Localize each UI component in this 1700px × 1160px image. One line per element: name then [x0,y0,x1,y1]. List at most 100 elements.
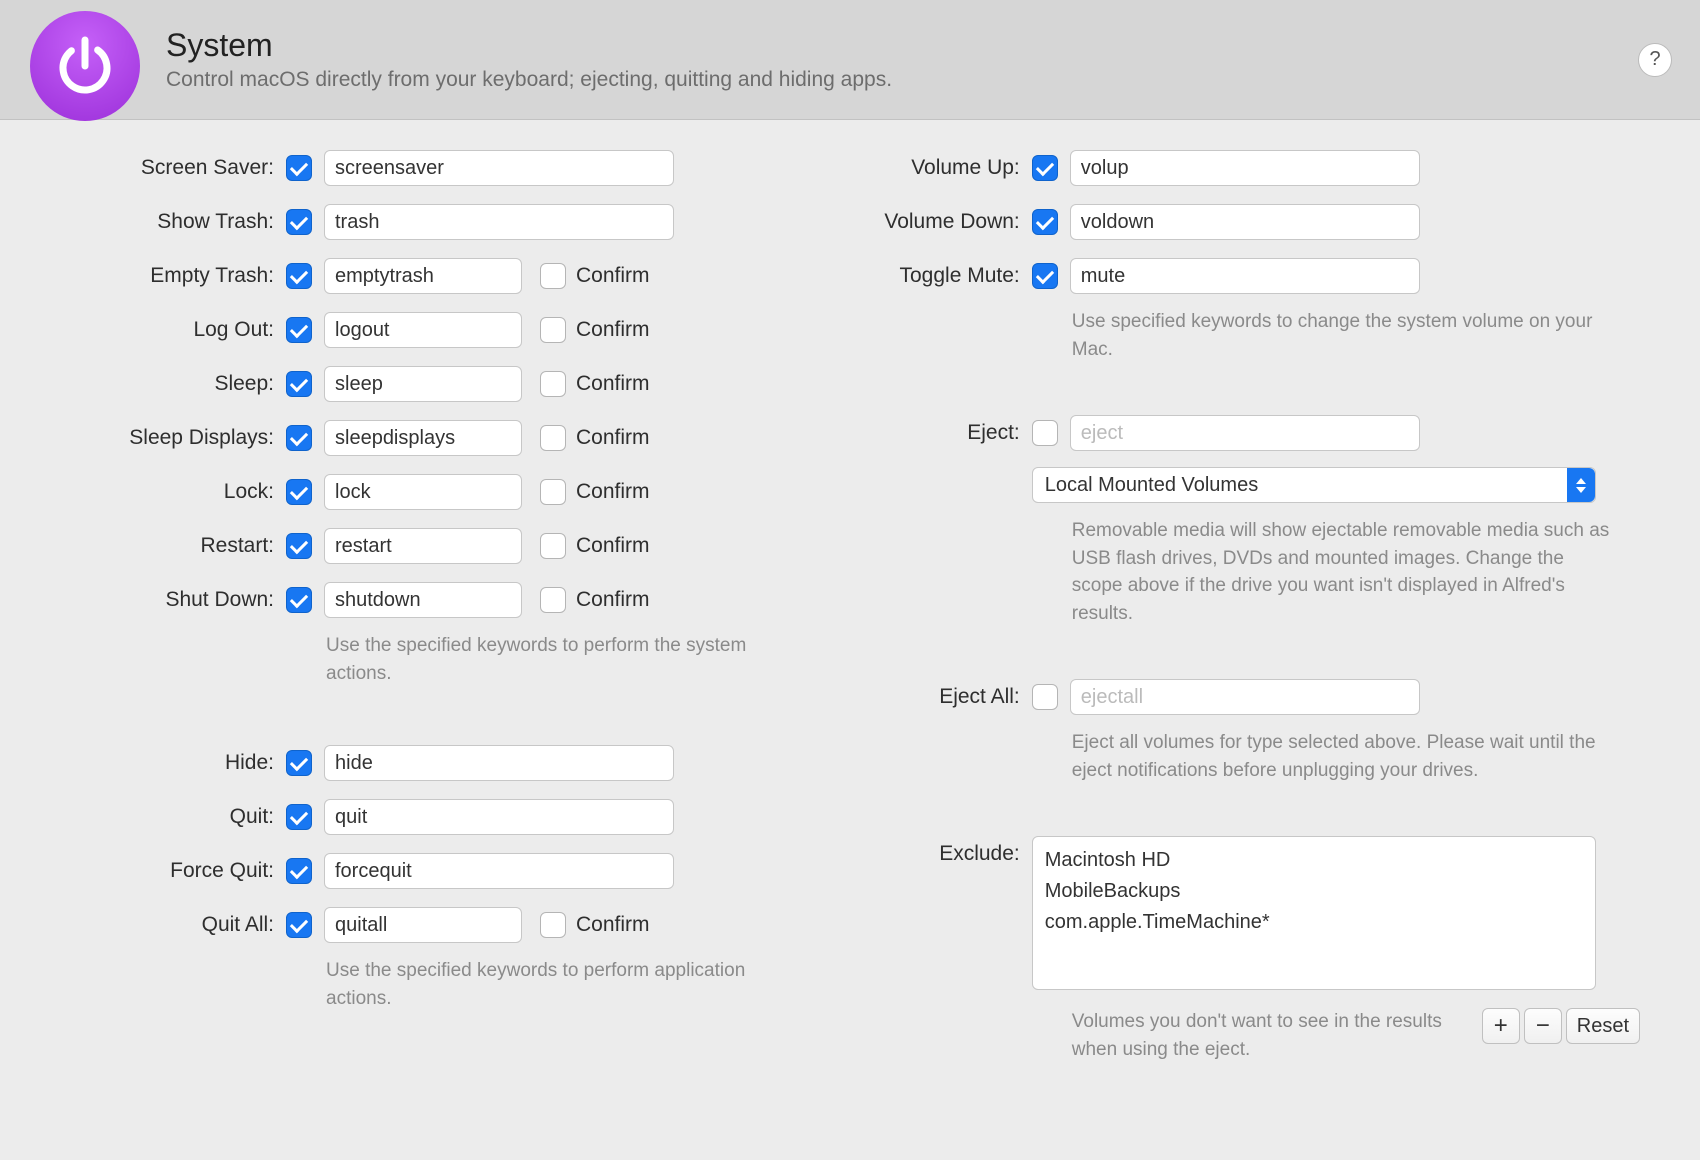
row-app_actions-2: Force Quit: [0,853,762,889]
column-system-actions: Screen Saver:Show Trash:Empty Trash:Conf… [0,150,762,1063]
app_actions-input[interactable] [324,799,674,835]
confirm-checkbox[interactable] [540,479,566,505]
volume_actions-input[interactable] [1070,150,1420,186]
app_actions-input[interactable] [324,853,674,889]
eject-scope-select[interactable]: Local Mounted Volumes [1032,467,1596,503]
confirm-checkbox[interactable] [540,425,566,451]
eject-caption: Removable media will show ejectable remo… [1032,517,1612,627]
system_actions-input[interactable] [324,258,522,294]
row-eject-all: Eject All: [822,679,1640,715]
volume_actions-checkbox[interactable] [1032,263,1058,289]
confirm-label: Confirm [576,588,650,612]
volume_actions-input[interactable] [1070,258,1420,294]
confirm-wrap: Confirm [540,479,650,505]
exclude-remove-button[interactable]: − [1524,1008,1562,1044]
system_actions-checkbox[interactable] [286,479,312,505]
row-system_actions-5: Sleep Displays: Confirm [0,420,762,456]
app_actions-input[interactable] [324,907,522,943]
exclude-add-button[interactable]: + [1482,1008,1520,1044]
system_actions-label: Screen Saver: [0,156,286,180]
exclude-item[interactable]: com.apple.TimeMachine* [1045,907,1583,938]
confirm-label: Confirm [576,264,650,288]
confirm-checkbox[interactable] [540,371,566,397]
system_actions-input[interactable] [324,420,522,456]
system_actions-checkbox[interactable] [286,155,312,181]
eject-all-input[interactable] [1070,679,1420,715]
eject-label: Eject: [822,421,1032,445]
system_actions-label: Sleep Displays: [0,426,286,450]
system_actions-input[interactable] [324,528,522,564]
eject-all-checkbox[interactable] [1032,684,1058,710]
row-volume_actions-1: Volume Down: [822,204,1640,240]
page-title: System [166,27,892,64]
confirm-label: Confirm [576,480,650,504]
system_actions-checkbox[interactable] [286,371,312,397]
system_actions-checkbox[interactable] [286,263,312,289]
row-app_actions-3: Quit All:Confirm [0,907,762,943]
system_actions-checkbox[interactable] [286,317,312,343]
confirm-label: Confirm [576,318,650,342]
power-icon [30,11,140,121]
system_actions-checkbox[interactable] [286,533,312,559]
system_actions-input[interactable] [324,204,674,240]
system_actions-checkbox[interactable] [286,209,312,235]
app_actions-checkbox[interactable] [286,912,312,938]
system_actions-label: Empty Trash: [0,264,286,288]
confirm-checkbox[interactable] [540,533,566,559]
confirm-wrap: Confirm [540,263,650,289]
app_actions-label: Force Quit: [0,859,286,883]
row-system_actions-8: Shut Down: Confirm [0,582,762,618]
confirm-checkbox[interactable] [540,587,566,613]
exclude-footer: Volumes you don't want to see in the res… [1032,1008,1640,1063]
app_actions-input[interactable] [324,745,674,781]
system_actions-label: Restart: [0,534,286,558]
volume_actions-checkbox[interactable] [1032,155,1058,181]
eject-all-label: Eject All: [822,685,1032,709]
system_actions-label: Shut Down: [0,588,286,612]
chevron-up-down-icon [1567,468,1595,502]
exclude-label: Exclude: [822,836,1032,866]
header-text: System Control macOS directly from your … [166,27,892,92]
exclude-item[interactable]: Macintosh HD [1045,845,1583,876]
volume_actions-label: Toggle Mute: [822,264,1032,288]
system_actions-label: Log Out: [0,318,286,342]
confirm-checkbox[interactable] [540,317,566,343]
volume_actions-checkbox[interactable] [1032,209,1058,235]
system_actions-label: Lock: [0,480,286,504]
system-actions-caption: Use the specified keywords to perform th… [286,632,762,687]
row-system_actions-3: Log Out: Confirm [0,312,762,348]
row-eject: Eject: [822,415,1640,451]
exclude-item[interactable]: MobileBackups [1045,876,1583,907]
volume-caption: Use specified keywords to change the sys… [1032,308,1612,363]
row-exclude: Exclude: Macintosh HD MobileBackups com.… [822,836,1640,990]
app_actions-checkbox[interactable] [286,750,312,776]
confirm-label: Confirm [576,426,650,450]
confirm-label: Confirm [576,372,650,396]
confirm-checkbox[interactable] [540,912,566,938]
app_actions-checkbox[interactable] [286,858,312,884]
system_actions-input[interactable] [324,366,522,402]
app_actions-checkbox[interactable] [286,804,312,830]
confirm-wrap: Confirm [540,587,650,613]
system_actions-checkbox[interactable] [286,587,312,613]
page-subtitle: Control macOS directly from your keyboar… [166,68,892,92]
column-volume-eject: Volume Up:Volume Down:Toggle Mute: Use s… [822,150,1640,1063]
system_actions-input[interactable] [324,150,674,186]
system_actions-input[interactable] [324,582,522,618]
row-app_actions-1: Quit: [0,799,762,835]
row-eject-scope: Local Mounted Volumes [822,467,1640,503]
volume_actions-input[interactable] [1070,204,1420,240]
row-system_actions-0: Screen Saver: [0,150,762,186]
system_actions-checkbox[interactable] [286,425,312,451]
confirm-wrap: Confirm [540,317,650,343]
row-app_actions-0: Hide: [0,745,762,781]
eject-input[interactable] [1070,415,1420,451]
exclude-list[interactable]: Macintosh HD MobileBackups com.apple.Tim… [1032,836,1596,990]
system_actions-input[interactable] [324,474,522,510]
confirm-checkbox[interactable] [540,263,566,289]
eject-checkbox[interactable] [1032,420,1058,446]
exclude-reset-button[interactable]: Reset [1566,1008,1640,1044]
exclude-caption: Volumes you don't want to see in the res… [1072,1008,1482,1063]
system_actions-input[interactable] [324,312,522,348]
help-button[interactable]: ? [1638,43,1672,77]
